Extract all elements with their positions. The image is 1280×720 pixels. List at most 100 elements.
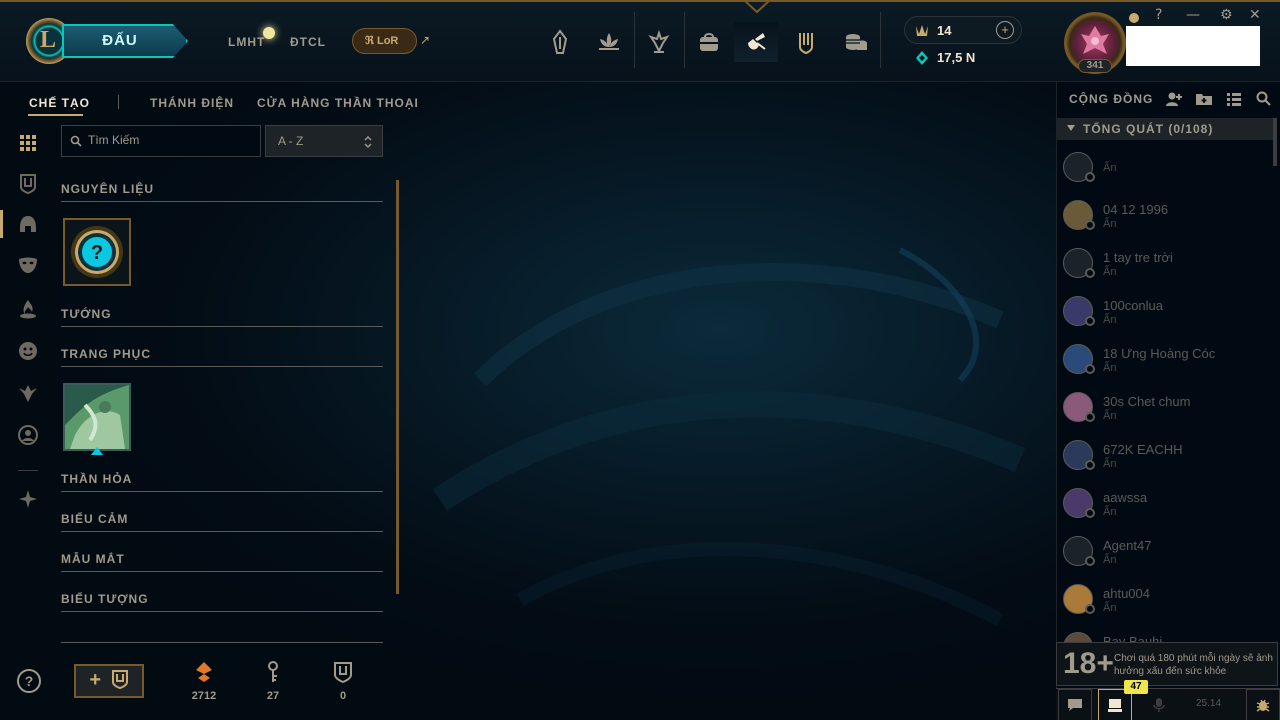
chest-icon[interactable] (17, 172, 39, 195)
summoner-icon-icon[interactable] (17, 424, 39, 446)
eternals-icon[interactable] (17, 382, 39, 404)
tab-mythic-shop[interactable]: CỬA HÀNG THẦN THOẠI (257, 96, 419, 110)
craft-key-button[interactable]: + (74, 664, 144, 698)
friend-name: 04 12 1996 (1103, 202, 1169, 217)
home-crest-icon (552, 29, 568, 54)
sort-dropdown[interactable]: A - Z (265, 125, 383, 157)
tab-loot[interactable] (734, 22, 778, 62)
chest-count-icon (334, 662, 352, 684)
tab-home[interactable] (538, 22, 582, 62)
loot-item-mystery[interactable]: ? (63, 218, 131, 286)
all-items-grid-icon[interactable] (17, 132, 39, 154)
settings-gear-icon[interactable]: ⚙ (1220, 7, 1233, 23)
category-eternals[interactable]: THẦN HỎA (61, 472, 383, 492)
buy-rp-button[interactable]: + (996, 21, 1014, 39)
search-input[interactable] (88, 133, 258, 147)
friends-scrollbar[interactable] (1273, 118, 1277, 166)
tab-events[interactable] (784, 22, 828, 62)
tab-profile[interactable] (587, 22, 631, 62)
status-indicator[interactable] (1129, 13, 1139, 23)
search-icon[interactable] (1255, 90, 1273, 108)
friend-row[interactable]: 18 Ưng Hoàng Cóc Ẩn (1057, 336, 1273, 384)
help-icon[interactable]: ? (1155, 7, 1162, 23)
chat-button[interactable] (1058, 689, 1092, 720)
friend-row[interactable]: 672K EACHH Ẩn (1057, 432, 1273, 480)
loot-item-skin[interactable] (63, 383, 131, 451)
riot-points-icon (916, 25, 928, 36)
presence-dot (1085, 268, 1095, 278)
divider (118, 95, 119, 109)
tab-store[interactable] (834, 22, 878, 62)
friend-name: ahtu004 (1103, 586, 1150, 601)
presence-dot (1085, 364, 1095, 374)
social-title: CỘNG ĐỒNG (1069, 92, 1154, 106)
avatar-emblem (1081, 26, 1109, 54)
close-icon[interactable]: ✕ (1249, 7, 1261, 23)
add-folder-icon[interactable] (1195, 90, 1213, 108)
orange-essence-count: 2712 (191, 690, 217, 702)
lor-button[interactable]: ℜ LoR (352, 28, 417, 54)
client-version: 25.14 (1196, 698, 1222, 709)
social-bottom-bar (1056, 688, 1280, 720)
chevron-down-icon (743, 0, 771, 14)
friend-row[interactable]: Ẩn (1057, 144, 1273, 192)
app-window: L ĐẤU LMHT ĐTCL ℜ LoR ↗ 14 + 17,5 N 341 … (0, 0, 1280, 720)
backpack-icon (700, 33, 718, 51)
friend-status: Ẩn (1103, 506, 1117, 518)
champion-helmet-icon[interactable] (17, 214, 39, 236)
chat-bubble-icon (1068, 699, 1082, 711)
presence-dot (1085, 556, 1095, 566)
presence-dot (1085, 220, 1095, 230)
bug-icon (1256, 699, 1270, 712)
friend-group-header[interactable]: TỔNG QUÁT (0/108) (1057, 118, 1273, 140)
emote-face-icon[interactable] (17, 340, 39, 362)
category-skins[interactable]: TRANG PHỤC (61, 347, 383, 367)
tab-collection[interactable] (687, 22, 731, 62)
friend-row[interactable]: ahtu004 Ẩn (1057, 576, 1273, 624)
social-panel: CỘNG ĐỒNG TỔNG QUÁT (0/108) Ẩn 04 12 1996… (1056, 82, 1280, 720)
divider (18, 470, 38, 471)
loot-scrollbar-thumb[interactable] (396, 180, 399, 594)
minimize-icon[interactable]: — (1186, 7, 1200, 23)
friend-row[interactable]: aawssa Ẩn (1057, 480, 1273, 528)
blue-essence-icon (916, 51, 928, 65)
category-ward-skins[interactable]: MẪU MẮT (61, 552, 383, 572)
nav-dtcl[interactable]: ĐTCL (290, 35, 326, 49)
blue-essence-value: 17,5 N (937, 50, 976, 65)
divider (634, 12, 635, 68)
category-materials[interactable]: NGUYÊN LIỆU (61, 182, 383, 202)
add-friend-icon[interactable] (1165, 90, 1183, 108)
list-view-icon[interactable] (1225, 90, 1243, 108)
search-icon (70, 135, 82, 147)
friend-name: 672K EACHH (1103, 442, 1183, 457)
sort-arrows-icon (364, 136, 372, 148)
friend-row[interactable]: 1 tay tre trời Ẩn (1057, 240, 1273, 288)
category-icons[interactable]: BIỂU TƯỢNG (61, 592, 383, 612)
tab-crafting[interactable]: CHẾ TẠO (29, 96, 90, 110)
friend-status: Ẩn (1103, 410, 1117, 422)
search-field (61, 125, 261, 157)
divider (61, 642, 383, 643)
friend-row[interactable]: Agent47 Ẩn (1057, 528, 1273, 576)
tab-clash[interactable] (637, 22, 681, 62)
tab-sanctum[interactable]: THÁNH ĐIỆN (150, 96, 234, 110)
hextech-crafting-icon (748, 33, 766, 50)
help-button[interactable]: ? (17, 669, 41, 693)
background-art (432, 247, 1026, 627)
friend-status: Ẩn (1103, 314, 1117, 326)
skin-mask-icon[interactable] (17, 254, 39, 276)
orange-essence-icon (196, 662, 212, 682)
friend-row[interactable]: 04 12 1996 Ẩn (1057, 192, 1273, 240)
category-emotes[interactable]: BIỂU CẢM (61, 512, 383, 532)
tft-icon[interactable] (17, 488, 39, 510)
nav-lmht[interactable]: LMHT (228, 35, 265, 49)
friend-status: Ẩn (1103, 362, 1117, 374)
friend-row[interactable]: 30s Chet chum Ẩn (1057, 384, 1273, 432)
ward-flame-icon[interactable] (17, 298, 39, 320)
play-button[interactable]: ĐẤU (62, 24, 188, 58)
category-champions[interactable]: TƯỚNG (61, 307, 383, 327)
notification-dot (263, 27, 275, 39)
summoner-name-redacted (1126, 26, 1260, 66)
friend-row[interactable]: 100conlua Ẩn (1057, 288, 1273, 336)
bug-report-button[interactable] (1246, 689, 1280, 720)
